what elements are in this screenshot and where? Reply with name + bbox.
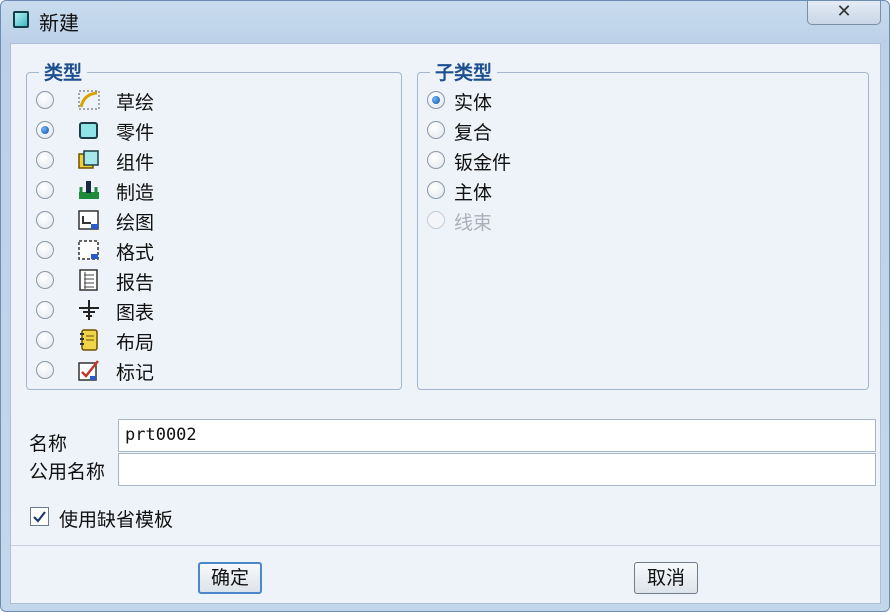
type-option-part[interactable]: 零件 xyxy=(36,118,336,146)
subtype-radio[interactable] xyxy=(427,151,445,169)
button-separator xyxy=(11,545,880,546)
subtype-label: 线束 xyxy=(454,212,493,234)
type-radio[interactable] xyxy=(36,361,54,379)
type-group-legend: 类型 xyxy=(39,58,88,85)
close-button[interactable]: ✕ xyxy=(807,1,881,25)
part-icon xyxy=(76,118,102,142)
subtype-option-harness: 线束 xyxy=(427,208,627,236)
layout-icon xyxy=(76,328,102,352)
diagram-icon xyxy=(76,298,102,322)
subtype-group: 子类型 实体 复合 钣金件 主体 线束 xyxy=(417,58,869,390)
type-option-drawing[interactable]: 绘图 xyxy=(36,208,336,236)
manufacturing-icon xyxy=(76,178,102,202)
type-label: 报告 xyxy=(116,272,155,294)
type-label: 格式 xyxy=(116,242,155,264)
common-name-field[interactable] xyxy=(118,453,876,486)
common-name-label: 公用名称 xyxy=(29,461,106,483)
type-option-diagram[interactable]: 图表 xyxy=(36,298,336,326)
subtype-option-solid[interactable]: 实体 xyxy=(427,88,627,116)
name-label: 名称 xyxy=(29,433,68,455)
subtype-label: 实体 xyxy=(454,92,493,114)
type-label: 草绘 xyxy=(116,92,155,114)
cancel-button[interactable]: 取消 xyxy=(634,562,698,594)
use-default-template-label[interactable]: 使用缺省模板 xyxy=(59,505,173,532)
type-label: 组件 xyxy=(116,152,155,174)
new-dialog-window: 新建 ✕ 类型 草绘 零件 组件 制造 绘图 格式 报告 图表 布局 标记 子类… xyxy=(0,0,890,612)
type-radio[interactable] xyxy=(36,301,54,319)
subtype-option-sheetmetal[interactable]: 钣金件 xyxy=(427,148,627,176)
type-option-format[interactable]: 格式 xyxy=(36,238,336,266)
dialog-body: 类型 草绘 零件 组件 制造 绘图 格式 报告 图表 布局 标记 子类型 实体 … xyxy=(10,43,881,604)
subtype-radio[interactable] xyxy=(427,121,445,139)
subtype-radio[interactable] xyxy=(427,181,445,199)
drawing-icon xyxy=(76,208,102,232)
type-option-layout[interactable]: 布局 xyxy=(36,328,336,356)
type-radio[interactable] xyxy=(36,151,54,169)
subtype-label: 主体 xyxy=(454,182,493,204)
type-label: 布局 xyxy=(116,332,155,354)
type-group: 类型 草绘 零件 组件 制造 绘图 格式 报告 图表 布局 标记 xyxy=(26,58,402,390)
use-default-template-checkbox[interactable] xyxy=(30,507,49,526)
type-label: 绘图 xyxy=(116,212,155,234)
type-option-sketch[interactable]: 草绘 xyxy=(36,88,336,116)
type-label: 图表 xyxy=(116,302,155,324)
type-radio[interactable] xyxy=(36,181,54,199)
type-radio[interactable] xyxy=(36,271,54,289)
type-radio[interactable] xyxy=(36,91,54,109)
title-bar[interactable]: 新建 ✕ xyxy=(1,1,889,41)
type-option-markup[interactable]: 标记 xyxy=(36,358,336,386)
name-field[interactable]: prt0002 xyxy=(118,419,876,452)
subtype-label: 复合 xyxy=(454,122,493,144)
type-label: 零件 xyxy=(116,122,155,144)
close-icon: ✕ xyxy=(836,1,852,22)
window-title: 新建 xyxy=(39,11,79,35)
type-option-report[interactable]: 报告 xyxy=(36,268,336,296)
subtype-label: 钣金件 xyxy=(454,152,512,174)
checkmark-icon xyxy=(33,511,46,523)
markup-icon xyxy=(76,358,102,382)
report-icon xyxy=(76,268,102,292)
type-radio[interactable] xyxy=(36,331,54,349)
subtype-radio[interactable] xyxy=(427,91,445,109)
format-icon xyxy=(76,238,102,262)
subtype-option-composite[interactable]: 复合 xyxy=(427,118,627,146)
subtype-radio xyxy=(427,211,445,229)
subtype-group-legend: 子类型 xyxy=(430,58,498,85)
type-radio[interactable] xyxy=(36,241,54,259)
type-label: 制造 xyxy=(116,182,155,204)
type-label: 标记 xyxy=(116,362,155,384)
type-radio[interactable] xyxy=(36,211,54,229)
ok-button[interactable]: 确定 xyxy=(198,562,262,594)
subtype-option-body[interactable]: 主体 xyxy=(427,178,627,206)
assembly-icon xyxy=(76,148,102,172)
type-option-manufacturing[interactable]: 制造 xyxy=(36,178,336,206)
sketch-icon xyxy=(76,88,102,112)
app-window-icon xyxy=(13,11,29,28)
type-option-assembly[interactable]: 组件 xyxy=(36,148,336,176)
type-radio[interactable] xyxy=(36,121,54,139)
